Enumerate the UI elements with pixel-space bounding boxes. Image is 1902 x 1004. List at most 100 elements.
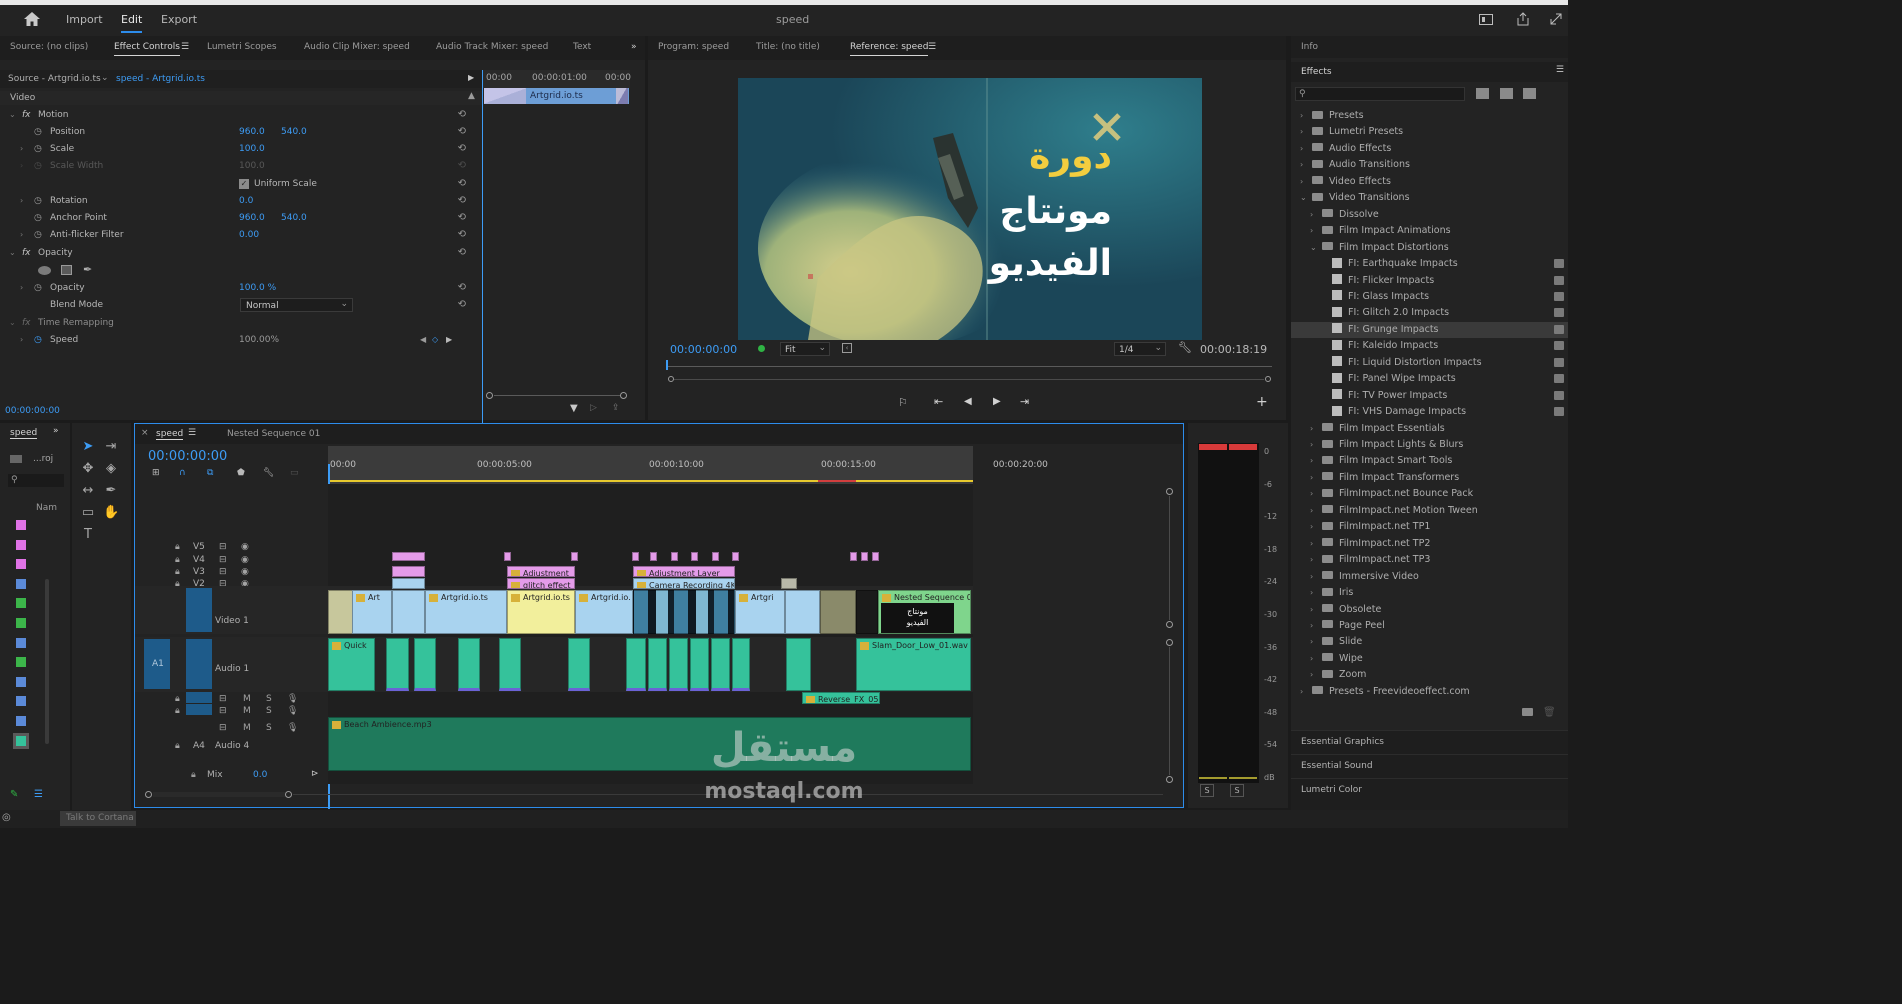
v4-clip[interactable] (872, 552, 879, 561)
tab-audio-track-mixer[interactable]: Audio Track Mixer: speed (436, 42, 548, 52)
tab-effect-controls[interactable]: Effect Controls (114, 42, 180, 56)
solo-left-button[interactable]: S (1200, 784, 1214, 797)
antiflicker-value[interactable]: 0.00 (239, 230, 259, 240)
go-to-in-icon[interactable]: ⇤ (934, 395, 943, 408)
scale-value[interactable]: 100.0 (239, 144, 265, 154)
project-search-input[interactable]: ⚲ (8, 474, 64, 487)
prev-keyframe-icon[interactable]: ◀ (420, 335, 426, 344)
marker-icon[interactable]: ⚐ (898, 396, 908, 409)
solo-button[interactable]: S (266, 723, 272, 733)
adjustment-layer-clip[interactable]: Adjustment Layer (633, 566, 735, 577)
chevron-right-icon[interactable]: › (1300, 111, 1303, 120)
project-scrollbar[interactable] (45, 579, 49, 744)
nav-export[interactable]: Export (161, 13, 197, 26)
add-button-icon[interactable]: + (1256, 394, 1268, 410)
microphone-icon[interactable]: 🎙︎ (287, 706, 298, 716)
reset-icon[interactable]: ⟲ (458, 299, 466, 310)
tab-menu-icon[interactable]: ☰ (181, 42, 189, 52)
mini-timeline-ruler[interactable]: 00:00 00:00:01:00 00:00 (483, 70, 631, 88)
solo-button[interactable]: S (266, 706, 272, 716)
go-to-out-icon[interactable]: ⇥ (1020, 395, 1029, 408)
project-item-icon[interactable] (16, 520, 26, 530)
nav-import[interactable]: Import (66, 13, 103, 26)
video-preview[interactable]: دورة مونتاج الفيديو (738, 78, 1202, 340)
chevron-right-icon[interactable]: › (1310, 424, 1313, 433)
lock-icon[interactable]: 🔒︎ (175, 555, 180, 565)
expand-icon[interactable]: ⌄ (9, 248, 16, 257)
effect-folder[interactable]: › Presets - Freevideoeffect.com (1291, 684, 1568, 700)
time-remap-row[interactable]: ⌄ fx Time Remapping (0, 315, 472, 332)
add-marker-icon[interactable]: ⬟ (237, 468, 245, 478)
v4-clip[interactable] (392, 552, 425, 561)
v1-clip-vhs[interactable] (820, 590, 856, 634)
rectangle-mask-icon[interactable] (61, 265, 72, 275)
effects-search-input[interactable]: ⚲ (1295, 87, 1465, 101)
anchor-x-value[interactable]: 960.0 (239, 213, 265, 223)
effect-folder[interactable]: › Iris (1291, 585, 1568, 601)
v4-clip[interactable] (671, 552, 678, 561)
effects-title[interactable]: Effects (1301, 67, 1332, 77)
panel-menu-icon[interactable]: ☰ (1556, 65, 1564, 75)
export-icon[interactable]: ⇪ (612, 403, 620, 413)
pen-tool-icon[interactable]: ✒ (103, 483, 119, 499)
effect-folder[interactable]: › FilmImpact.net Motion Tween (1291, 503, 1568, 519)
project-item-icon[interactable] (16, 598, 26, 609)
chevron-right-icon[interactable]: › (1310, 670, 1313, 679)
type-tool-icon[interactable]: T (80, 527, 96, 543)
reset-icon[interactable]: ⟲ (458, 282, 466, 293)
blend-mode-dropdown[interactable]: Normal ⌄ (240, 298, 353, 312)
list-view-icon[interactable]: ☰ (34, 789, 43, 800)
chevron-down-icon[interactable]: ⌄ (1300, 193, 1307, 202)
pencil-icon[interactable]: ✎ (10, 789, 18, 800)
effect-item[interactable]: FI: Panel Wipe Impacts (1291, 371, 1568, 387)
play-button-icon[interactable]: ▶ (993, 396, 1001, 407)
chevron-right-icon[interactable]: › (1300, 160, 1303, 169)
wrench-icon[interactable]: 🔧︎ (1178, 341, 1192, 354)
effect-folder[interactable]: › Audio Effects (1291, 141, 1568, 157)
audio-clip[interactable] (690, 638, 709, 691)
v4-clip[interactable] (691, 552, 698, 561)
speed-value[interactable]: 100.00% (239, 335, 279, 345)
effect-folder[interactable]: › Zoom (1291, 667, 1568, 683)
stopwatch-icon[interactable]: ◷ (34, 335, 42, 345)
effect-folder[interactable]: › Audio Transitions (1291, 157, 1568, 173)
audio-clip[interactable] (458, 638, 480, 691)
add-keyframe-icon[interactable]: ◇ (432, 335, 438, 344)
chevron-right-icon[interactable]: › (1310, 226, 1313, 235)
sequence-clip-label[interactable]: speed - Artgrid.io.ts (116, 74, 205, 84)
microphone-icon[interactable]: 🎙︎ (287, 723, 298, 733)
expand-icon[interactable]: › (20, 144, 23, 153)
v1-nested-sequence-clip[interactable]: Nested Sequence 0 مونتاج الفيديو (878, 590, 971, 634)
tab-project[interactable]: speed (10, 428, 38, 439)
eye-icon[interactable]: ◉ (241, 542, 249, 552)
effect-item[interactable]: FI: Liquid Distortion Impacts (1291, 355, 1568, 371)
audio-clip[interactable] (711, 638, 730, 691)
camera-recording-clip[interactable]: Camera Recording 4K (633, 578, 735, 589)
sync-lock-icon[interactable]: ⊟ (219, 723, 227, 733)
video-vertical-scrollbar[interactable] (1166, 488, 1174, 628)
effect-folder[interactable]: › Video Effects (1291, 174, 1568, 190)
chevron-right-icon[interactable]: › (1310, 473, 1313, 482)
lumetri-color-header[interactable]: Lumetri Color (1291, 778, 1568, 802)
effect-folder[interactable]: › Slide (1291, 634, 1568, 650)
microphone-icon[interactable]: 🎙︎ (287, 694, 298, 704)
zoom-fit-dropdown[interactable]: Fit ⌄ (780, 342, 830, 356)
effect-folder[interactable]: › Film Impact Essentials (1291, 421, 1568, 437)
solo-button[interactable]: S (266, 694, 272, 704)
tab-info[interactable]: Info (1301, 42, 1318, 52)
project-item-icon[interactable] (16, 696, 26, 707)
sync-lock-icon[interactable]: ⊟ (219, 555, 227, 565)
tab-audio-clip-mixer[interactable]: Audio Clip Mixer: speed (304, 42, 410, 52)
safe-margins-icon[interactable]: ‹ (842, 343, 852, 353)
effect-folder[interactable]: › Presets (1291, 108, 1568, 124)
chevron-right-icon[interactable]: › (1310, 539, 1313, 548)
effect-item[interactable]: FI: Kaleido Impacts (1291, 338, 1568, 354)
timeline-ruler[interactable]: 00:00 00:00:05:00 00:00:10:00 00:00:15:0… (328, 446, 973, 484)
ripple-edit-tool-icon[interactable]: ✥ (80, 461, 96, 477)
expand-icon[interactable]: ⌄ (9, 110, 16, 119)
step-back-icon[interactable]: ◀ (964, 396, 972, 407)
yuv-effects-icon[interactable] (1523, 88, 1536, 99)
v1-clip-artgrid-3[interactable]: Artgrid.io. (575, 590, 633, 634)
effect-folder[interactable]: › FilmImpact.net Bounce Pack (1291, 486, 1568, 502)
selection-tool-icon[interactable]: ➤ (80, 439, 96, 455)
